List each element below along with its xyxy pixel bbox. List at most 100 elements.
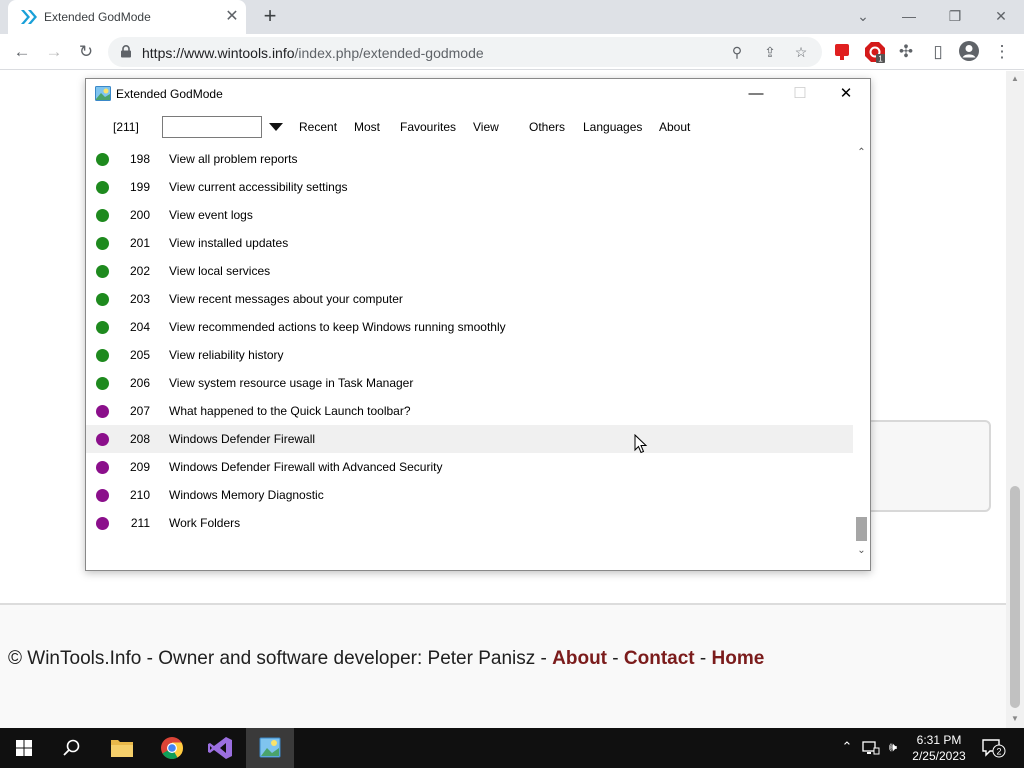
status-dot-icon (96, 489, 109, 502)
clock-time: 6:31 PM (916, 733, 962, 747)
godmode-item-list: 198 View all problem reports 199 View curre… (86, 145, 854, 565)
godmode-search-input[interactable] (162, 116, 262, 138)
lock-icon[interactable] (120, 45, 132, 58)
clock-date: 2/25/2023 (912, 749, 966, 763)
godmode-titlebar[interactable]: Extended GodMode — ☐ ✕ (86, 79, 870, 109)
extension-badge: 1 (878, 55, 883, 64)
bookmark-star-icon[interactable]: ☆ (790, 41, 812, 63)
status-dot-icon (96, 181, 109, 194)
status-dot-icon (96, 405, 109, 418)
status-dot-icon (96, 209, 109, 222)
extensions-puzzle-icon[interactable]: ✣ (894, 40, 918, 64)
page-footer: © WinTools.Info - Owner and software dev… (0, 605, 1006, 728)
menu-favourites[interactable]: Favourites (400, 120, 456, 134)
godmode-maximize-button[interactable]: ☐ (778, 79, 822, 109)
menu-languages[interactable]: Languages (583, 120, 642, 134)
file-explorer-icon[interactable] (98, 728, 146, 768)
reload-button[interactable]: ↻ (74, 40, 98, 64)
new-tab-button[interactable]: + (258, 5, 282, 29)
item-label: View recent messages about your computer (169, 292, 403, 306)
item-number: 207 (129, 404, 150, 418)
browser-tab[interactable]: Extended GodMode ✕ (8, 0, 246, 34)
item-number: 203 (129, 292, 150, 306)
visual-studio-icon[interactable] (196, 728, 244, 768)
taskbar-clock[interactable]: 6:31 PM 2/25/2023 (904, 732, 974, 764)
menu-view[interactable]: View (473, 120, 499, 134)
adblock-extension-icon[interactable]: 1 (864, 41, 886, 63)
godmode-minimize-button[interactable]: — (734, 79, 778, 109)
list-item[interactable]: 204 View recommended actions to keep Wind… (86, 313, 854, 341)
godmode-list-scrollbar[interactable]: ⌃ ⌄ (853, 145, 870, 561)
browser-menu-icon[interactable]: ⋮ (990, 40, 1014, 64)
item-label: What happened to the Quick Launch toolba… (169, 404, 411, 418)
item-label: Windows Defender Firewall with Advanced … (169, 460, 443, 474)
windows-taskbar: ⌃ 🕪 6:31 PM 2/25/2023 2 (0, 728, 1024, 768)
list-item[interactable]: 200 View event logs (86, 201, 854, 229)
item-number: 204 (129, 320, 150, 334)
chrome-icon[interactable] (148, 728, 196, 768)
list-scroll-down-icon[interactable]: ⌄ (853, 543, 870, 559)
status-dot-icon (96, 349, 109, 362)
browser-tab-strip: Extended GodMode ✕ + ⌄ — ❐ ✕ (0, 0, 1024, 34)
status-dot-icon (96, 433, 109, 446)
minimize-window-button[interactable]: — (895, 4, 923, 28)
godmode-close-button[interactable]: ✕ (824, 79, 868, 109)
dislike-extension-icon[interactable] (831, 41, 853, 63)
list-item[interactable]: 210 Windows Memory Diagnostic (86, 481, 854, 509)
scroll-down-arrow-icon[interactable]: ▼ (1010, 714, 1020, 723)
footer-contact-link[interactable]: Contact (624, 648, 695, 669)
item-count: [211] (113, 120, 139, 134)
back-button[interactable]: ← (10, 40, 34, 64)
item-label: View current accessibility settings (169, 180, 348, 194)
godmode-taskbar-icon[interactable] (246, 728, 294, 768)
forward-button[interactable]: → (42, 40, 66, 64)
menu-recent[interactable]: Recent (299, 120, 337, 134)
address-bar[interactable]: https://www.wintools.info/index.php/exte… (108, 37, 822, 67)
list-item[interactable]: 209 Windows Defender Firewall with Advanc… (86, 453, 854, 481)
list-scroll-up-icon[interactable]: ⌃ (853, 145, 870, 161)
list-item[interactable]: 207 What happened to the Quick Launch too… (86, 397, 854, 425)
list-item[interactable]: 198 View all problem reports (86, 145, 854, 173)
list-item[interactable]: 205 View reliability history (86, 341, 854, 369)
menu-about[interactable]: About (659, 120, 690, 134)
list-item[interactable]: 206 View system resource usage in Task Ma… (86, 369, 854, 397)
status-dot-icon (96, 461, 109, 474)
godmode-title: Extended GodMode (116, 87, 223, 101)
list-scroll-thumb[interactable] (856, 517, 867, 541)
footer-home-link[interactable]: Home (712, 648, 765, 669)
notifications-icon[interactable]: 2 (982, 738, 1006, 758)
footer-text: © WinTools.Info - Owner and software dev… (8, 648, 765, 669)
list-item[interactable]: 208 Windows Defender Firewall (86, 425, 854, 453)
item-label: View event logs (169, 208, 253, 222)
notification-count: 2 (996, 747, 1001, 757)
item-label: View reliability history (169, 348, 284, 362)
windows-start-icon[interactable] (0, 728, 48, 768)
list-item[interactable]: 199 View current accessibility settings (86, 173, 854, 201)
page-scrollbar[interactable]: ▲ ▼ (1006, 71, 1024, 728)
show-hidden-icons-icon[interactable]: ⌃ (838, 739, 856, 757)
list-item[interactable]: 201 View installed updates (86, 229, 854, 257)
scroll-up-arrow-icon[interactable]: ▲ (1010, 74, 1020, 83)
wintools-favicon-icon (21, 10, 37, 24)
page-scroll-thumb[interactable] (1010, 486, 1020, 708)
list-item[interactable]: 202 View local services (86, 257, 854, 285)
profile-avatar-icon[interactable] (958, 40, 980, 62)
share-icon[interactable]: ⇪ (759, 41, 781, 63)
item-label: View installed updates (169, 236, 289, 250)
network-icon[interactable] (862, 739, 880, 757)
tab-close-icon[interactable]: ✕ (224, 7, 240, 27)
volume-icon[interactable]: 🕪 (884, 739, 902, 757)
footer-about-link[interactable]: About (552, 648, 607, 669)
close-window-button[interactable]: ✕ (987, 4, 1015, 28)
tab-search-icon[interactable]: ⌄ (849, 4, 877, 28)
restore-window-button[interactable]: ❐ (941, 4, 969, 28)
menu-others[interactable]: Others (529, 120, 565, 134)
item-number: 210 (129, 488, 150, 502)
search-dropdown-arrow-icon[interactable] (269, 123, 283, 131)
menu-most[interactable]: Most (354, 120, 380, 134)
search-icon[interactable]: ⚲ (726, 41, 748, 63)
windows-search-icon[interactable] (48, 728, 96, 768)
list-item[interactable]: 211 Work Folders (86, 509, 854, 537)
side-panel-icon[interactable]: ▯ (926, 40, 950, 64)
list-item[interactable]: 203 View recent messages about your compu… (86, 285, 854, 313)
